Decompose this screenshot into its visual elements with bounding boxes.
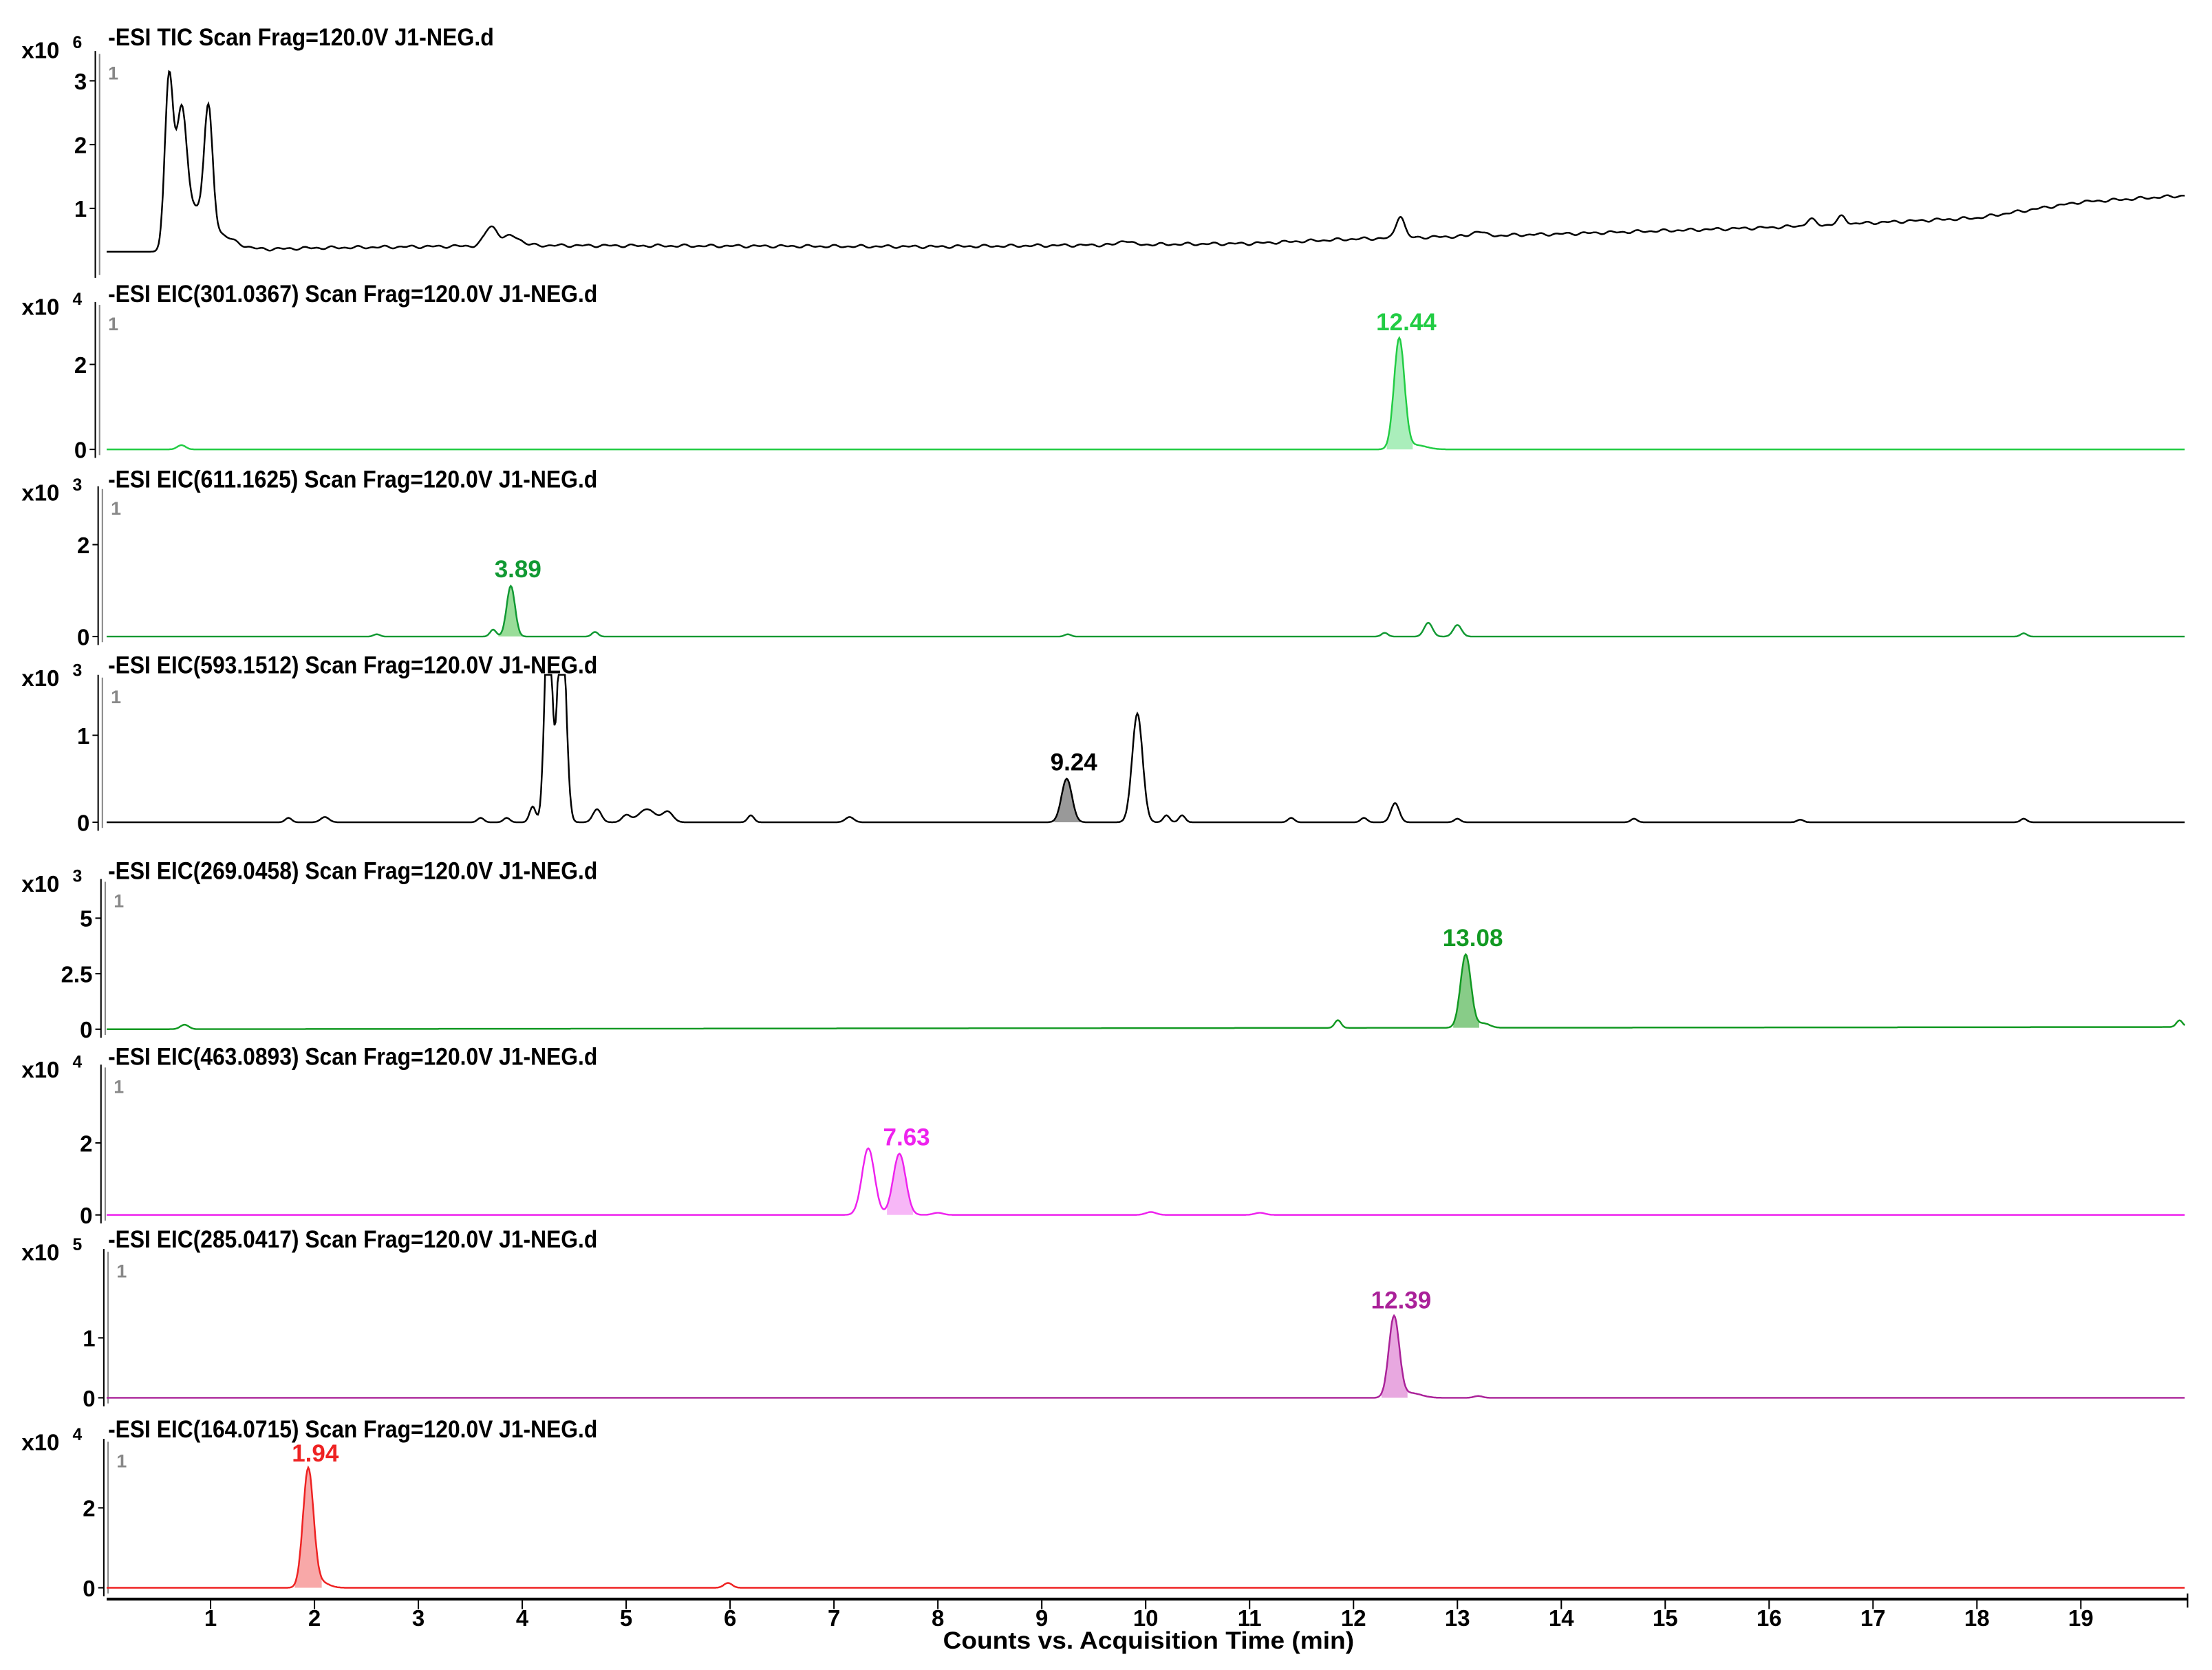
- y-tick-label: 1: [83, 1326, 95, 1351]
- y-tick-label: 0: [83, 1386, 95, 1411]
- x-tick-label: 5: [620, 1605, 632, 1631]
- x-tick-label: 2: [308, 1605, 321, 1631]
- panel-title: -ESI EIC(269.0458) Scan Frag=120.0V J1-N…: [108, 857, 597, 884]
- y-tick-label: 0: [77, 810, 89, 835]
- y-tick-label: 2.5: [61, 961, 93, 987]
- y-multiplier: x10: [21, 480, 59, 505]
- chart-panel: x10 4 -ESI EIC(164.0715) Scan Frag=120.0V …: [21, 1416, 2185, 1601]
- trace-index-label: 1: [111, 687, 121, 707]
- x-tick-label: 1: [204, 1605, 217, 1631]
- y-exponent: 6: [73, 34, 83, 52]
- y-tick-label: 0: [83, 1576, 95, 1601]
- trace-line: [107, 952, 2186, 1030]
- trace-index-label: 1: [114, 891, 124, 912]
- y-tick-label: 1: [74, 196, 87, 222]
- chart-panel: x10 3 -ESI EIC(593.1512) Scan Frag=120.0V …: [21, 652, 2185, 835]
- peak-label: 9.24: [1051, 749, 1098, 775]
- y-tick-label: 5: [80, 906, 92, 932]
- integrated-peak-fill: [1386, 337, 1413, 450]
- y-tick-label: 3: [74, 69, 87, 94]
- x-axis: Counts vs. Acquisition Time (min) 123456…: [107, 1593, 2189, 1654]
- x-tick-label: 13: [1445, 1605, 1470, 1631]
- panel-title: -ESI EIC(593.1512) Scan Frag=120.0V J1-N…: [108, 652, 597, 679]
- trace-index-label: 1: [111, 498, 121, 519]
- panel-title: -ESI EIC(301.0367) Scan Frag=120.0V J1-N…: [108, 281, 597, 308]
- y-multiplier: x10: [21, 1240, 59, 1265]
- x-tick-label: 3: [412, 1605, 425, 1631]
- y-exponent: 5: [73, 1236, 83, 1254]
- y-tick-label: 0: [80, 1203, 92, 1228]
- x-tick-label: 16: [1757, 1605, 1782, 1631]
- y-exponent: 3: [73, 867, 83, 886]
- y-exponent: 3: [73, 662, 83, 681]
- y-tick-label: 0: [80, 1017, 92, 1042]
- x-tick-label: 8: [932, 1605, 944, 1631]
- y-multiplier: x10: [21, 665, 59, 691]
- trace-line: [107, 336, 2185, 451]
- panel-title: -ESI TIC Scan Frag=120.0V J1-NEG.d: [108, 24, 494, 51]
- chromatogram-stack: x10 6 -ESI TIC Scan Frag=120.0V J1-NEG.d11…: [21, 24, 2189, 1654]
- trace-index-label: 1: [116, 1450, 127, 1471]
- trace-line: [107, 584, 2185, 638]
- peak-label: 7.63: [883, 1124, 930, 1150]
- y-multiplier: x10: [21, 871, 59, 897]
- chart-panel: x10 3 -ESI EIC(269.0458) Scan Frag=120.0V …: [21, 857, 2186, 1042]
- x-tick-label: 15: [1653, 1605, 1678, 1631]
- panel-title: -ESI EIC(164.0715) Scan Frag=120.0V J1-N…: [108, 1416, 597, 1443]
- peak-label: 13.08: [1443, 925, 1503, 952]
- x-tick-label: 11: [1238, 1605, 1262, 1631]
- x-tick-label: 9: [1035, 1605, 1048, 1631]
- y-tick-label: 2: [83, 1496, 95, 1521]
- panel-title: -ESI EIC(285.0417) Scan Frag=120.0V J1-N…: [108, 1226, 597, 1253]
- y-tick-label: 2: [74, 352, 87, 378]
- x-tick-label: 19: [2068, 1605, 2094, 1631]
- peak-label: 3.89: [495, 556, 541, 583]
- y-tick-label: 0: [74, 437, 87, 462]
- integrated-peak-fill: [1381, 1315, 1408, 1398]
- panel-title: -ESI EIC(611.1625) Scan Frag=120.0V J1-N…: [108, 467, 597, 493]
- y-tick-label: 2: [77, 533, 89, 558]
- x-tick-label: 6: [724, 1605, 736, 1631]
- panel-title: -ESI EIC(463.0893) Scan Frag=120.0V J1-N…: [108, 1043, 597, 1070]
- trace-line: [107, 1147, 2185, 1216]
- y-tick-label: 0: [77, 624, 89, 650]
- y-multiplier: x10: [21, 37, 59, 63]
- y-tick-label: 1: [77, 723, 89, 749]
- x-tick-label: 4: [516, 1605, 529, 1631]
- chart-panel: x10 3 -ESI EIC(611.1625) Scan Frag=120.0V …: [21, 467, 2185, 650]
- y-exponent: 3: [73, 476, 83, 495]
- chart-panel: x10 4 -ESI EIC(301.0367) Scan Frag=120.0V …: [21, 281, 2185, 462]
- y-multiplier: x10: [21, 1057, 59, 1082]
- trace-line: [107, 1465, 2185, 1589]
- x-tick-label: 7: [828, 1605, 840, 1631]
- y-exponent: 4: [73, 1426, 83, 1444]
- peak-label: 12.39: [1371, 1287, 1432, 1314]
- integrated-peak-fill: [1453, 954, 1479, 1028]
- x-tick-label: 12: [1341, 1605, 1366, 1631]
- y-exponent: 4: [73, 290, 83, 309]
- x-tick-label: 18: [1964, 1605, 1990, 1631]
- y-exponent: 4: [73, 1053, 83, 1071]
- chart-panel: x10 4 -ESI EIC(463.0893) Scan Frag=120.0V …: [21, 1043, 2185, 1228]
- trace-line: [107, 674, 2185, 824]
- y-tick-label: 2: [80, 1131, 92, 1156]
- chart-panel: x10 6 -ESI TIC Scan Frag=120.0V J1-NEG.d 1 1…: [21, 24, 2185, 278]
- chart-panel: x10 5 -ESI EIC(285.0417) Scan Frag=120.0V …: [21, 1226, 2185, 1411]
- peak-label: 1.94: [292, 1440, 339, 1467]
- y-tick-label: 2: [74, 133, 87, 158]
- peak-label: 12.44: [1376, 309, 1437, 336]
- x-axis-label: Counts vs. Acquisition Time (min): [943, 1627, 1354, 1654]
- trace-index-label: 1: [108, 314, 118, 334]
- trace-index-label: 1: [108, 63, 118, 83]
- trace-line: [107, 1314, 2185, 1399]
- trace-index-label: 1: [116, 1261, 127, 1281]
- x-tick-label: 14: [1549, 1605, 1574, 1631]
- x-tick-label: 17: [1860, 1605, 1886, 1631]
- y-multiplier: x10: [21, 1430, 59, 1455]
- trace-index-label: 1: [114, 1076, 124, 1097]
- y-multiplier: x10: [21, 294, 59, 319]
- integrated-peak-fill: [887, 1153, 913, 1215]
- x-tick-label: 10: [1133, 1605, 1159, 1631]
- trace-line: [107, 69, 2185, 253]
